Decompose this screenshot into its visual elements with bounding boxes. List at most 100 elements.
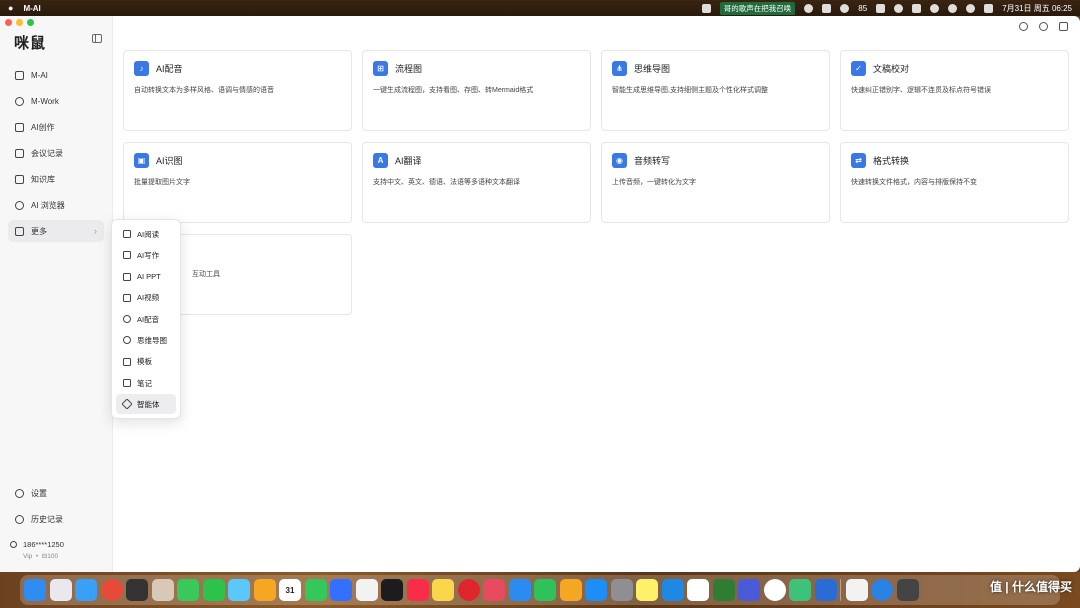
calculator-icon[interactable] [126,579,148,601]
netease-music-icon[interactable] [457,579,480,601]
card-ai-ocr[interactable]: ▣ AI识图 批量提取图片文字 [123,142,352,223]
menu-item-ai-video[interactable]: AI视频 [116,288,176,308]
numbers-icon[interactable] [534,579,556,601]
maximize-window-button[interactable] [27,19,34,26]
navigation-icon[interactable] [661,579,684,601]
card-proofread[interactable]: ✓ 文稿校对 快速纠正错别字、逻辑不连贯及标点符号错误 [840,50,1069,131]
sidebar-item-settings[interactable]: 设置 [8,482,104,504]
proofread-icon: ✓ [851,61,866,76]
chrome-icon[interactable] [100,579,123,601]
user-points: 100 [47,553,59,560]
music-icon[interactable] [701,3,711,13]
menu-item-mindmap[interactable]: 思维导图 [116,330,176,350]
card-format-convert[interactable]: ⇄ 格式转换 快速转换文件格式，内容与排版保持不变 [840,142,1069,223]
globe-app-icon[interactable] [871,579,893,601]
calendar-icon[interactable]: 31 [279,579,301,601]
mic-icon [123,315,131,324]
menu-item-label: 模板 [137,357,152,367]
system-settings-icon[interactable] [610,579,633,601]
menu-item-ai-read[interactable]: AI阅读 [116,224,176,244]
card-flowchart[interactable]: ⊞ 流程图 一键生成流程图，支持看图、存图、转Mermaid格式 [362,50,591,131]
close-window-button[interactable] [5,19,12,26]
music-app-icon[interactable] [406,579,429,601]
sidebar-item-meeting-notes[interactable]: 会议记录 [8,142,104,164]
launchpad-icon[interactable] [49,579,72,601]
reminders-icon[interactable] [355,579,378,601]
pin-icon[interactable] [1059,22,1068,31]
mail-icon[interactable] [687,579,709,601]
wechat-icon[interactable] [202,579,225,601]
gear-icon [15,488,24,498]
apple-icon[interactable]: ● [8,3,13,13]
chat-app-icon[interactable] [789,579,811,601]
menu-item-ai-ppt[interactable]: AI PPT [116,267,176,287]
contacts-icon[interactable] [151,579,174,601]
facetime-icon[interactable] [304,579,327,601]
menu-item-template[interactable]: 模板 [116,352,176,372]
menu-item-notes[interactable]: 笔记 [116,373,176,393]
photos-icon[interactable] [253,579,276,601]
card-mindmap[interactable]: ⋔ 思维导图 智能生成思维导图,支持细侧主题及个性化样式调整 [601,50,830,131]
sidebar-item-ai-browser[interactable]: AI 浏览器 [8,194,104,216]
stickies-icon[interactable] [636,579,658,601]
app-store-alt-icon[interactable] [228,579,250,601]
menu-item-label: AI视频 [137,293,160,303]
menu-item-label: AI PPT [137,272,161,282]
sidebar: 咪鼠 M-AI M-Work AI创作 会议记录 知识库 AI 浏览器 更多 ›… [0,16,113,572]
menu-item-ai-voice[interactable]: AI配音 [116,309,176,329]
downloads-icon[interactable] [845,579,868,601]
keynote-icon[interactable] [508,579,531,601]
sidebar-item-m-ai[interactable]: M-AI [8,64,104,86]
sidebar-item-m-work[interactable]: M-Work [8,90,104,112]
book-app-icon[interactable] [738,579,760,601]
menu-item-agent[interactable]: 智能体 [116,394,176,415]
stocks-icon[interactable] [381,579,403,601]
screenshot-icon[interactable] [896,579,919,601]
messages-icon[interactable] [177,579,199,601]
mic-status-icon[interactable] [822,3,832,13]
write-icon [123,251,131,260]
card-desc: 一键生成流程图，支持看图、存图、转Mermaid格式 [373,87,534,94]
user-account[interactable]: 186****1250 Vip • ⊟100 [10,540,64,560]
display-icon[interactable] [912,3,922,13]
menu-item-ai-write[interactable]: AI写作 [116,245,176,265]
finder-icon[interactable] [24,579,46,601]
play-icon[interactable] [894,3,904,13]
feishu-icon[interactable] [330,579,352,601]
sidebar-collapse-icon[interactable] [92,34,102,43]
menubar-datetime[interactable]: 7月31日 周五 06:25 [1002,3,1072,14]
sidebar-item-more[interactable]: 更多 › [8,220,104,242]
card-ai-translate[interactable]: A AI翻译 支持中文、英文、德语、法语等多语种文本翻译 [362,142,591,223]
battery-icon[interactable] [876,3,886,13]
d-app-icon[interactable] [712,579,735,601]
minimize-window-button[interactable] [16,19,23,26]
sidebar-item-history[interactable]: 历史记录 [8,508,104,530]
wifi-icon[interactable] [948,3,958,13]
menubar-app-name[interactable]: M-AI [23,4,40,13]
dock: 31 [20,575,1060,605]
notes-icon[interactable] [432,579,454,601]
sidebar-item-knowledge-base[interactable]: 知识库 [8,168,104,190]
battery-percent[interactable]: 85 [858,4,867,13]
search-icon[interactable] [966,3,976,13]
safari-icon[interactable] [75,579,97,601]
vpn-icon[interactable] [930,3,940,13]
sidebar-item-label: AI创作 [31,122,55,132]
app-store-icon[interactable] [585,579,607,601]
control-center-icon[interactable] [984,3,994,13]
ppt-icon [123,272,131,281]
user-icon[interactable] [1019,22,1028,31]
face-icon[interactable] [804,3,814,13]
pages-icon[interactable] [559,579,582,601]
recorder-icon[interactable] [763,579,786,601]
sidebar-bottom-nav: 设置 历史记录 [8,482,104,534]
card-ai-voice[interactable]: ♪ AI配音 自动转换文本为多样风格、语调与情感的语音 [123,50,352,131]
sidebar-item-label: M-AI [31,70,48,80]
card-audio-transcribe[interactable]: ◉ 音频转写 上传音频，一键转化为文字 [601,142,830,223]
podcast-icon[interactable] [483,579,505,601]
wechat-icon[interactable] [840,3,850,13]
sidebar-item-ai-create[interactable]: AI创作 [8,116,104,138]
mouse-app-icon[interactable] [814,579,837,601]
now-playing-song[interactable]: 哥的歌声在把我召唤 [719,1,796,15]
globe-icon[interactable] [1039,22,1048,31]
